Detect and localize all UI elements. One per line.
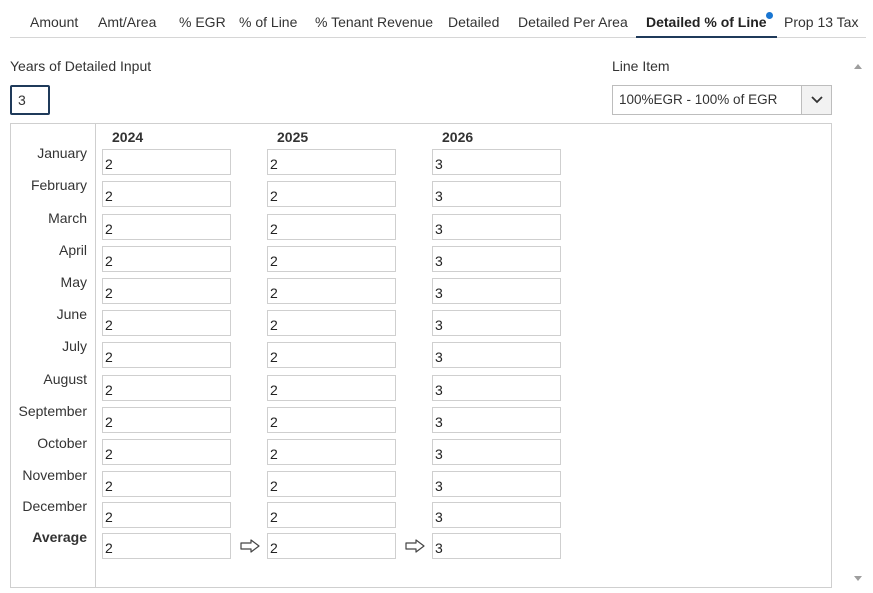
- tab-amount[interactable]: Amount: [20, 0, 88, 37]
- tab-bar: Amount Amt/Area % EGR % of Line % Tenant Rev…: [10, 0, 866, 38]
- tab-of-line[interactable]: % of Line: [229, 0, 307, 37]
- tab-label: Detailed % of Line: [646, 14, 767, 30]
- line-item-label: Line Item: [612, 58, 670, 74]
- dropdown-button[interactable]: [801, 86, 831, 114]
- tab-detailed-of-line[interactable]: Detailed % of Line: [636, 0, 777, 38]
- scroll-down-icon[interactable]: [854, 576, 862, 581]
- line-item-select[interactable]: 100%EGR - 100% of EGR: [612, 85, 832, 115]
- vertical-scrollbar[interactable]: [851, 58, 865, 588]
- tab-label: % Tenant Revenue: [315, 14, 434, 30]
- average-label: Average: [32, 529, 87, 545]
- line-item-selected: 100%EGR - 100% of EGR: [619, 92, 778, 107]
- average-cell[interactable]: [432, 533, 561, 559]
- value-cell[interactable]: [267, 181, 396, 207]
- value-cell[interactable]: [267, 149, 396, 175]
- tab-label: % of Line: [239, 14, 298, 30]
- scroll-up-icon[interactable]: [854, 64, 862, 69]
- month-label: January: [37, 145, 87, 161]
- year-header: 2025: [277, 129, 309, 145]
- years-label: Years of Detailed Input: [10, 58, 152, 74]
- value-cell[interactable]: [102, 310, 231, 336]
- value-cell[interactable]: [102, 181, 231, 207]
- copy-right-arrow-icon[interactable]: [405, 539, 425, 553]
- value-cell[interactable]: [267, 246, 396, 272]
- average-cell[interactable]: [267, 533, 396, 559]
- tab-label: Detailed Per Area: [518, 14, 628, 30]
- month-label: November: [22, 467, 87, 483]
- value-cell[interactable]: [102, 246, 231, 272]
- value-cell[interactable]: [432, 439, 561, 465]
- value-cell[interactable]: [102, 214, 231, 240]
- month-label: December: [22, 498, 87, 514]
- value-cell[interactable]: [102, 375, 231, 401]
- value-cell[interactable]: [267, 471, 396, 497]
- month-label: July: [62, 338, 87, 354]
- tab-detailed-per-area[interactable]: Detailed Per Area: [508, 0, 638, 37]
- value-cell[interactable]: [432, 181, 561, 207]
- value-cell[interactable]: [102, 439, 231, 465]
- year-header: 2026: [442, 129, 474, 145]
- month-label: May: [60, 274, 87, 290]
- value-cell[interactable]: [432, 149, 561, 175]
- years-input[interactable]: [10, 85, 50, 115]
- month-label: September: [18, 403, 87, 419]
- tab-label: Prop 13 Tax: [784, 14, 859, 30]
- month-label: April: [58, 242, 87, 258]
- value-cell[interactable]: [267, 342, 396, 368]
- tab-amt-area[interactable]: Amt/Area: [88, 0, 166, 37]
- value-cell[interactable]: [432, 310, 561, 336]
- value-cell[interactable]: [267, 214, 396, 240]
- month-label: June: [56, 306, 87, 322]
- value-cell[interactable]: [102, 471, 231, 497]
- value-cell[interactable]: [432, 375, 561, 401]
- value-cell[interactable]: [102, 407, 231, 433]
- tab-egr[interactable]: % EGR: [169, 0, 236, 37]
- value-cell[interactable]: [432, 214, 561, 240]
- modified-dot-icon: [765, 12, 773, 19]
- value-cell[interactable]: [267, 278, 396, 304]
- value-cell[interactable]: [267, 310, 396, 336]
- grid-divider: [95, 124, 96, 587]
- value-cell[interactable]: [102, 502, 231, 528]
- month-label: August: [43, 371, 87, 387]
- value-cell[interactable]: [432, 407, 561, 433]
- tab-detailed[interactable]: Detailed: [438, 0, 509, 37]
- chevron-down-icon: [811, 96, 823, 104]
- value-cell[interactable]: [432, 471, 561, 497]
- tab-label: % EGR: [179, 14, 226, 30]
- month-label: October: [37, 435, 87, 451]
- tab-tenant-revenue[interactable]: % Tenant Revenue: [305, 0, 443, 37]
- value-cell[interactable]: [102, 342, 231, 368]
- year-header: 2024: [112, 129, 144, 145]
- tab-label: Detailed: [448, 14, 500, 30]
- value-cell[interactable]: [432, 342, 561, 368]
- value-cell[interactable]: [267, 439, 396, 465]
- tab-label: Amount: [30, 14, 79, 30]
- average-cell[interactable]: [102, 533, 231, 559]
- value-cell[interactable]: [102, 149, 231, 175]
- month-label: February: [30, 177, 87, 193]
- tab-label: Amt/Area: [98, 14, 157, 30]
- value-cell[interactable]: [267, 375, 396, 401]
- tab-prop-13-tax[interactable]: Prop 13 Tax: [774, 0, 868, 37]
- value-cell[interactable]: [267, 407, 396, 433]
- value-cell[interactable]: [432, 502, 561, 528]
- copy-right-arrow-icon[interactable]: [240, 539, 260, 553]
- month-label: March: [48, 210, 87, 226]
- value-cell[interactable]: [102, 278, 231, 304]
- value-cell[interactable]: [432, 246, 561, 272]
- value-cell[interactable]: [267, 502, 396, 528]
- value-cell[interactable]: [432, 278, 561, 304]
